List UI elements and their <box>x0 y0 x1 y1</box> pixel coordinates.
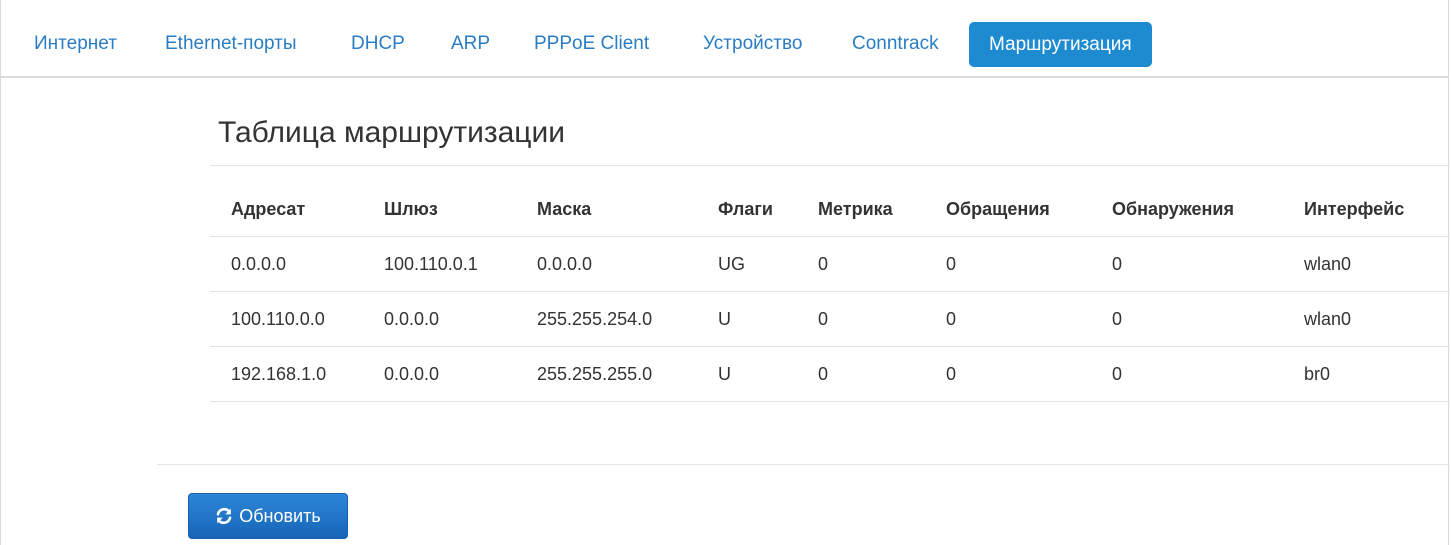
cell-use: 0 <box>1112 309 1123 329</box>
tab-routing[interactable]: Маршрутизация <box>969 22 1152 67</box>
tab-arp[interactable]: ARP <box>451 22 490 66</box>
refresh-button[interactable]: Обновить <box>188 493 348 539</box>
cell-destination: 0.0.0.0 <box>231 254 287 274</box>
refresh-icon <box>215 507 233 525</box>
tab-ethernet-ports[interactable]: Ethernet-порты <box>165 22 297 66</box>
cell-mask: 0.0.0.0 <box>537 254 593 274</box>
column-header-metric: Метрика <box>818 199 893 219</box>
cell-refs: 0 <box>946 309 957 329</box>
cell-mask: 255.255.254.0 <box>537 309 653 329</box>
column-header-destination: Адресат <box>231 199 306 219</box>
tab-conntrack[interactable]: Conntrack <box>852 22 939 66</box>
table-row: 100.110.0.0 0.0.0.0 255.255.254.0 U 0 0 … <box>210 292 1450 347</box>
cell-gateway: 0.0.0.0 <box>384 364 440 384</box>
cell-destination: 100.110.0.0 <box>231 309 325 329</box>
table-row: 0.0.0.0 100.110.0.1 0.0.0.0 UG 0 0 0 wla… <box>210 237 1450 292</box>
column-header-mask: Маска <box>537 199 592 219</box>
title-divider <box>210 165 1450 166</box>
cell-refs: 0 <box>946 254 957 274</box>
tab-bar: Интернет Ethernet-порты DHCP ARP PPPoE C… <box>1 0 1449 78</box>
cell-metric: 0 <box>818 254 829 274</box>
cell-flags: U <box>718 309 731 329</box>
cell-destination: 192.168.1.0 <box>231 364 327 384</box>
cell-gateway: 0.0.0.0 <box>384 309 440 329</box>
tab-pppoe-client[interactable]: PPPoE Client <box>534 22 649 66</box>
tab-device[interactable]: Устройство <box>703 22 802 66</box>
column-header-interface: Интерфейс <box>1304 199 1405 219</box>
table-row: 192.168.1.0 0.0.0.0 255.255.255.0 U 0 0 … <box>210 347 1450 402</box>
column-header-flags: Флаги <box>718 199 773 219</box>
section-title: Таблица маршрутизации <box>218 116 566 149</box>
cell-interface: wlan0 <box>1304 254 1352 274</box>
refresh-button-label: Обновить <box>239 505 321 526</box>
footer-divider <box>157 464 1450 465</box>
cell-metric: 0 <box>818 309 829 329</box>
cell-interface: br0 <box>1304 364 1331 384</box>
cell-gateway: 100.110.0.1 <box>384 254 478 274</box>
routing-table: Адресат Шлюз Маска Флаги Метрика Обращен… <box>210 181 1450 402</box>
tab-internet[interactable]: Интернет <box>34 22 117 66</box>
cell-interface: wlan0 <box>1304 309 1352 329</box>
cell-use: 0 <box>1112 364 1123 384</box>
cell-flags: UG <box>718 254 745 274</box>
column-header-gateway: Шлюз <box>384 199 438 219</box>
cell-refs: 0 <box>946 364 957 384</box>
cell-mask: 255.255.255.0 <box>537 364 653 384</box>
column-header-use: Обнаружения <box>1112 199 1234 219</box>
tab-dhcp[interactable]: DHCP <box>351 22 405 66</box>
column-header-refs: Обращения <box>946 199 1050 219</box>
cell-flags: U <box>718 364 731 384</box>
cell-metric: 0 <box>818 364 829 384</box>
cell-use: 0 <box>1112 254 1123 274</box>
table-header-row: Адресат Шлюз Маска Флаги Метрика Обращен… <box>210 181 1450 237</box>
